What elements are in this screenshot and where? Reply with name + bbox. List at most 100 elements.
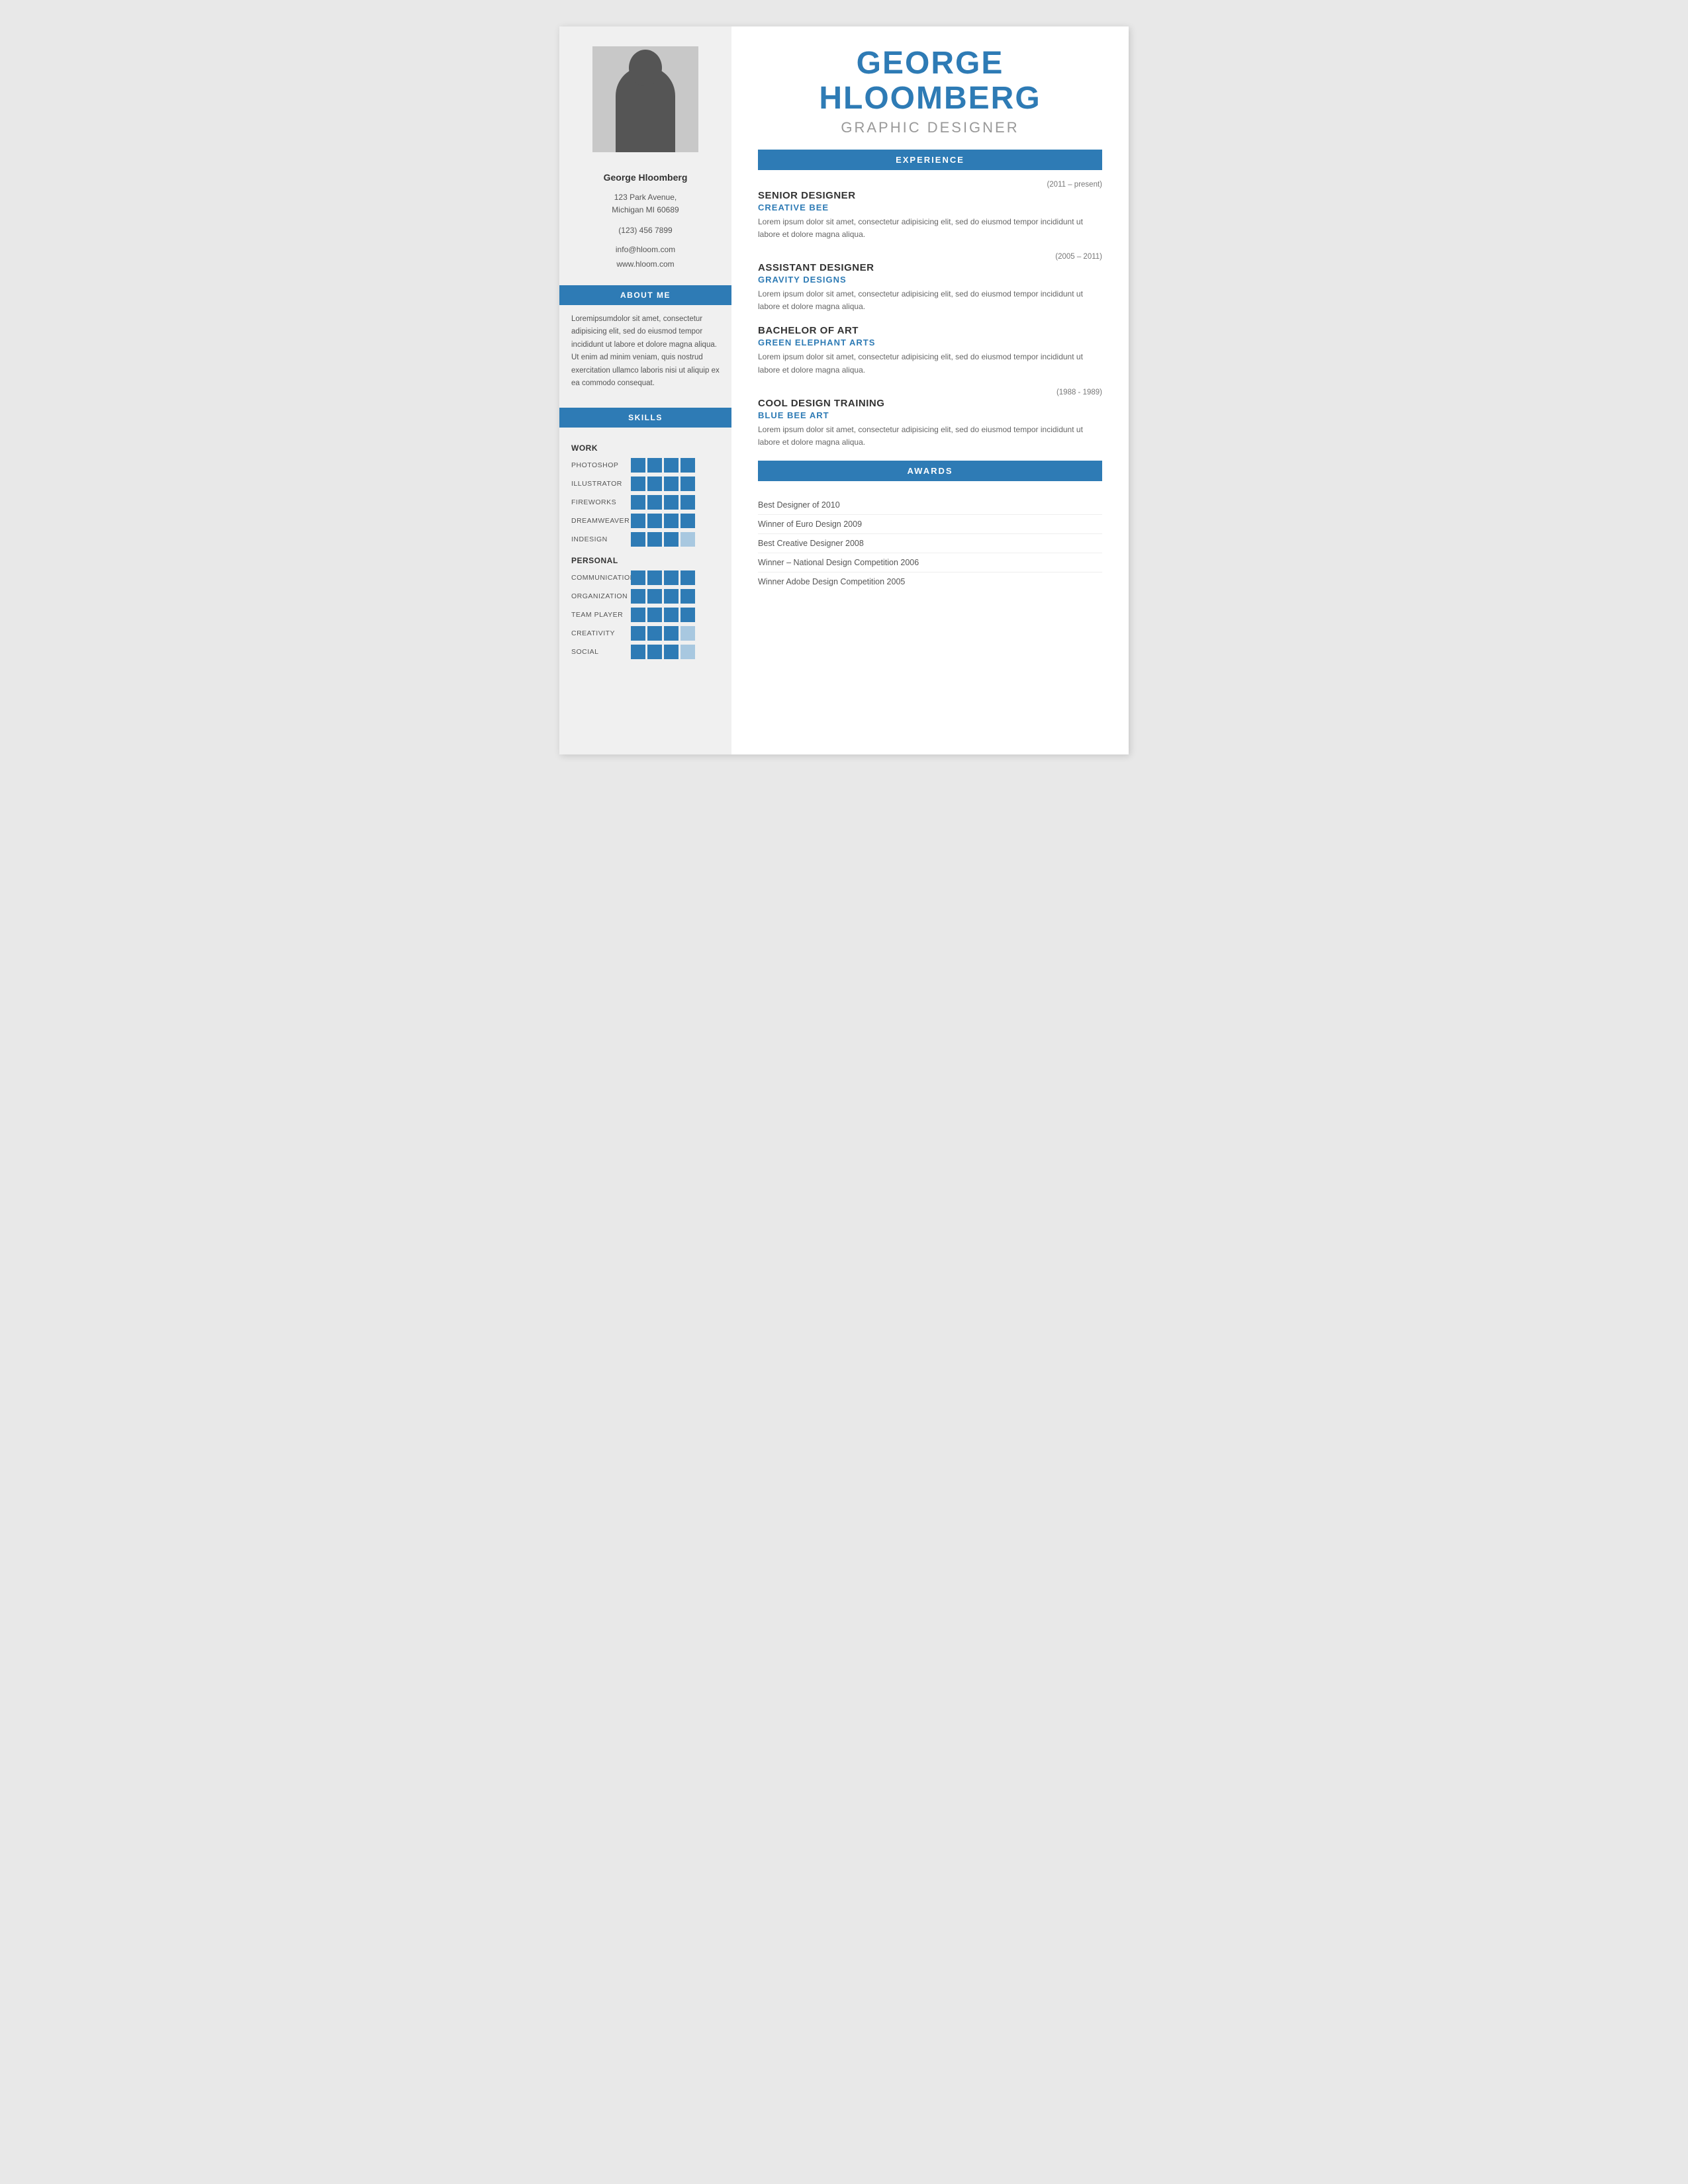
bar-filled: [680, 589, 695, 604]
experience-date: (2005 – 2011): [758, 253, 1102, 261]
skill-bars: [631, 514, 695, 528]
bar-empty: [680, 626, 695, 641]
experience-item: BACHELOR OF ART GREEN ELEPHANT ARTS Lorem …: [758, 325, 1102, 376]
bar-filled: [664, 477, 679, 491]
avatar: [592, 46, 698, 152]
award-item: Winner Adobe Design Competition 2005: [758, 572, 1102, 591]
experience-desc: Lorem ipsum dolor sit amet, consectetur …: [758, 424, 1102, 449]
skill-bars: [631, 608, 695, 622]
skills-header: SKILLS: [559, 408, 731, 428]
bar-filled: [680, 608, 695, 622]
bar-filled: [664, 626, 679, 641]
experience-company: BLUE BEE ART: [758, 410, 1102, 420]
skill-row: TEAM PLAYER: [571, 608, 720, 622]
skill-bars: [631, 626, 695, 641]
main-job-title: GRAPHIC DESIGNER: [758, 119, 1102, 136]
bar-filled: [664, 514, 679, 528]
skill-label: PHOTOSHOP: [571, 461, 631, 469]
sidebar: George Hloomberg 123 Park Avenue, Michig…: [559, 26, 731, 754]
email: info@hloom.com: [616, 245, 675, 254]
bar-filled: [647, 570, 662, 585]
experience-header: EXPERIENCE: [758, 150, 1102, 170]
skill-label: SOCIAL: [571, 648, 631, 656]
award-item: Winner – National Design Competition 200…: [758, 553, 1102, 572]
experience-item: (2005 – 2011)ASSISTANT DESIGNERGRAVITY D…: [758, 253, 1102, 313]
skill-bars: [631, 495, 695, 510]
experience-desc: Lorem ipsum dolor sit amet, consectetur …: [758, 216, 1102, 241]
bar-filled: [631, 589, 645, 604]
skills-section: WORK PHOTOSHOPILLUSTRATORFIREWORKSDREAMW…: [559, 428, 731, 663]
bar-filled: [647, 589, 662, 604]
bar-empty: [680, 645, 695, 659]
bar-filled: [680, 495, 695, 510]
award-item: Best Designer of 2010: [758, 496, 1102, 515]
website: www.hloom.com: [616, 259, 674, 269]
main-first-name: GEORGE: [758, 46, 1102, 81]
skill-row: CREATIVITY: [571, 626, 720, 641]
bar-filled: [664, 589, 679, 604]
bar-filled: [664, 495, 679, 510]
personal-skills: COMMUNICATION ORGANIZATION TEAM PLAYER CREA…: [571, 570, 720, 659]
awards-header: AWARDS: [758, 461, 1102, 481]
sidebar-phone: (123) 456 7899: [605, 222, 685, 239]
bar-filled: [631, 458, 645, 473]
bar-filled: [631, 645, 645, 659]
skill-row: SOCIAL: [571, 645, 720, 659]
sidebar-name: George Hloomberg: [590, 165, 701, 186]
skill-row: FIREWORKS: [571, 495, 720, 510]
sidebar-address: 123 Park Avenue, Michigan MI 60689: [598, 186, 692, 222]
experience-company: GRAVITY DESIGNS: [758, 275, 1102, 285]
skill-bars: [631, 570, 695, 585]
skill-label: FIREWORKS: [571, 498, 631, 506]
experience-company: GREEN ELEPHANT ARTS: [758, 338, 1102, 347]
skill-row: COMMUNICATION: [571, 570, 720, 585]
skill-bars: [631, 458, 695, 473]
bar-filled: [631, 514, 645, 528]
main-last-name: HLOOMBERG: [758, 81, 1102, 116]
bar-filled: [680, 477, 695, 491]
skill-bars: [631, 589, 695, 604]
experience-title: COOL DESIGN TRAINING: [758, 398, 1102, 409]
main-content: GEORGE HLOOMBERG GRAPHIC DESIGNER EXPERI…: [731, 26, 1129, 754]
bar-filled: [664, 570, 679, 585]
skill-bars: [631, 477, 695, 491]
bar-filled: [647, 645, 662, 659]
bar-filled: [647, 514, 662, 528]
skill-label: ORGANIZATION: [571, 592, 631, 600]
avatar-silhouette: [616, 66, 675, 152]
experience-title: BACHELOR OF ART: [758, 325, 1102, 336]
skill-row: DREAMWEAVER: [571, 514, 720, 528]
skill-label: TEAM PLAYER: [571, 611, 631, 619]
bar-filled: [647, 495, 662, 510]
skill-label: ILLUSTRATOR: [571, 480, 631, 488]
experience-list: (2011 – present)SENIOR DESIGNERCREATIVE …: [758, 181, 1102, 449]
skill-row: PHOTOSHOP: [571, 458, 720, 473]
main-header: GEORGE HLOOMBERG GRAPHIC DESIGNER: [758, 46, 1102, 136]
experience-title: SENIOR DESIGNER: [758, 190, 1102, 201]
about-me-header: ABOUT ME: [559, 285, 731, 305]
about-text: Loremipsumdolor sit amet, consectetur ad…: [559, 305, 731, 398]
skill-bars: [631, 532, 695, 547]
bar-filled: [680, 570, 695, 585]
skill-label: DREAMWEAVER: [571, 517, 631, 525]
award-item: Best Creative Designer 2008: [758, 534, 1102, 553]
bar-filled: [647, 458, 662, 473]
skill-label: CREATIVITY: [571, 629, 631, 637]
skill-row: ILLUSTRATOR: [571, 477, 720, 491]
personal-category: PERSONAL: [571, 556, 720, 565]
address-line2: Michigan MI 60689: [612, 205, 679, 214]
bar-filled: [664, 458, 679, 473]
avatar-container: [559, 26, 731, 165]
address-line1: 123 Park Avenue,: [614, 193, 677, 202]
skill-label: COMMUNICATION: [571, 574, 631, 582]
bar-filled: [664, 645, 679, 659]
experience-desc: Lorem ipsum dolor sit amet, consectetur …: [758, 288, 1102, 313]
experience-desc: Lorem ipsum dolor sit amet, consectetur …: [758, 351, 1102, 376]
resume-container: George Hloomberg 123 Park Avenue, Michig…: [559, 26, 1129, 754]
skill-label: INDESIGN: [571, 535, 631, 543]
experience-date: (2011 – present): [758, 181, 1102, 189]
skill-bars: [631, 645, 695, 659]
skill-row: INDESIGN: [571, 532, 720, 547]
bar-filled: [631, 532, 645, 547]
bar-filled: [680, 458, 695, 473]
